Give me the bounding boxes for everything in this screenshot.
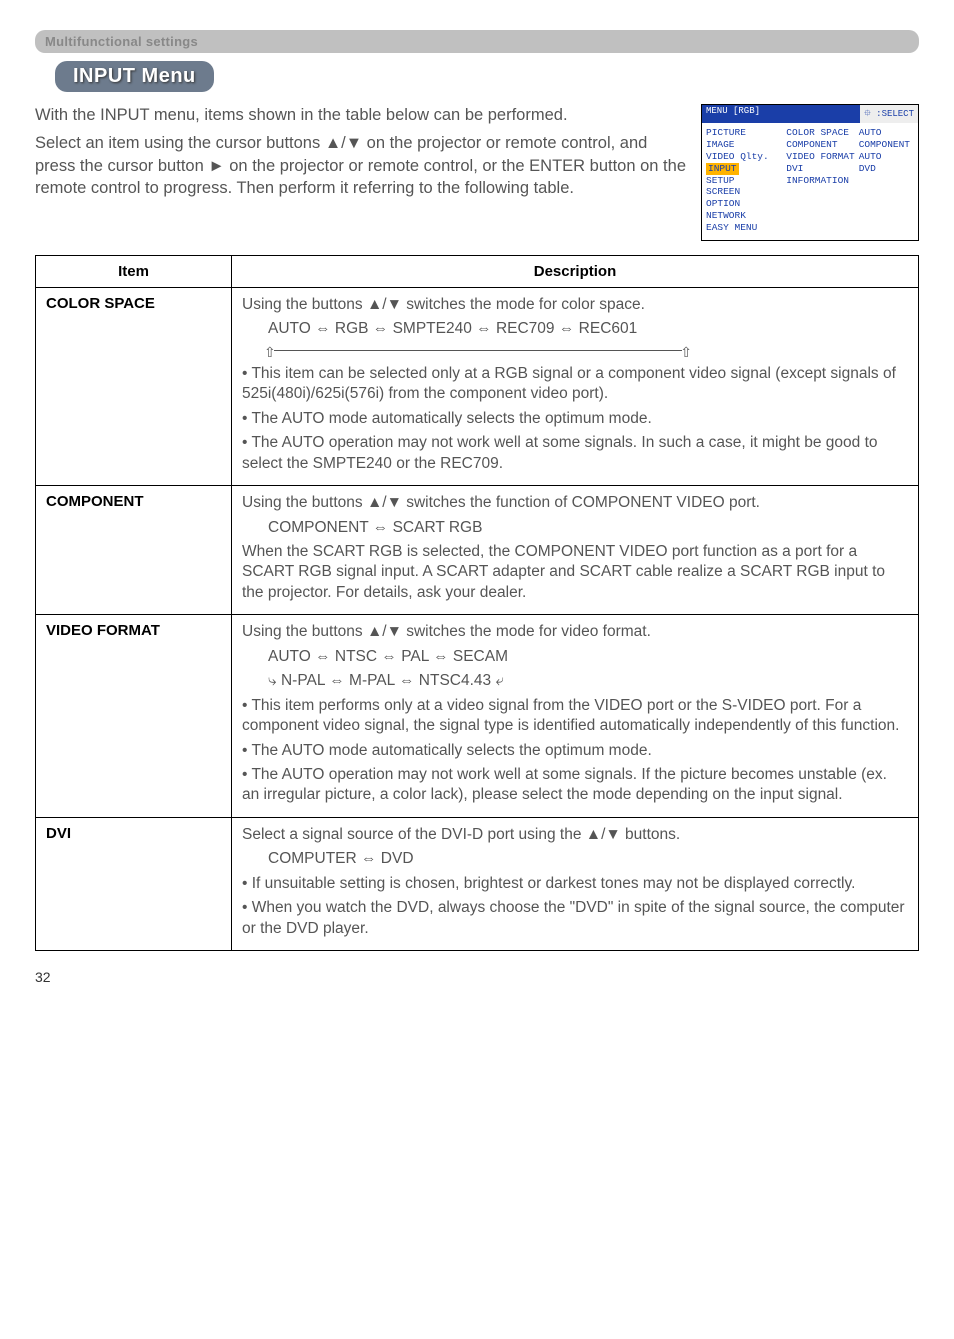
menu-title-wrap: INPUT Menu — [55, 61, 919, 92]
intro-p2: Select an item using the cursor buttons … — [35, 132, 689, 199]
osd-r: INFORMATION — [786, 175, 858, 187]
osd-left-item: IMAGE — [706, 139, 786, 151]
desc-options: ⤷ N-PAL ⇔ M-PAL ⇔ NTSC4.43 ⤶ — [242, 671, 908, 691]
wrap-arrow: ⇧⇧ — [268, 344, 688, 358]
table-row: COMPONENT Using the buttons ▲/▼ switches… — [36, 486, 919, 615]
page-number: 32 — [35, 969, 919, 985]
osd-left-item: PICTURE — [706, 127, 786, 139]
osd-screenshot: MENU [RGB] ⯐ :SELECT PICTURE IMAGE VIDEO… — [701, 104, 919, 241]
item-label: COMPONENT — [36, 486, 232, 615]
table-row: COLOR SPACE Using the buttons ▲/▼ switch… — [36, 287, 919, 485]
desc-options: AUTO ⇔ RGB ⇔ SMPTE240 ⇔ REC709 ⇔ REC601 — [242, 319, 908, 339]
osd-r: COMPONENT — [786, 139, 858, 151]
osd-r: COLOR SPACE — [786, 127, 858, 139]
osd-r — [859, 175, 914, 187]
osd-left-item: SETUP — [706, 175, 786, 187]
head-item: Item — [36, 255, 232, 287]
menu-title: INPUT Menu — [55, 61, 214, 92]
osd-left-item: NETWORK — [706, 210, 786, 222]
desc-options: COMPUTER ⇔ DVD — [242, 849, 908, 869]
osd-left-item: OPTION — [706, 198, 786, 210]
desc-line: When the SCART RGB is selected, the COMP… — [242, 542, 908, 603]
desc-line: • The AUTO operation may not work well a… — [242, 765, 908, 806]
osd-top: MENU [RGB] ⯐ :SELECT — [702, 105, 918, 123]
osd-left-item: SCREEN — [706, 186, 786, 198]
osd-right: COLOR SPACEAUTO COMPONENTCOMPONENT VIDEO… — [786, 127, 914, 234]
settings-table: Item Description COLOR SPACE Using the b… — [35, 255, 919, 951]
osd-left-item: EASY MENU — [706, 222, 786, 234]
intro-text: With the INPUT menu, items shown in the … — [35, 104, 689, 205]
item-desc: Select a signal source of the DVI-D port… — [232, 817, 919, 950]
osd-r: AUTO — [859, 151, 914, 163]
desc-line: Using the buttons ▲/▼ switches the funct… — [242, 493, 908, 513]
osd-left-item: VIDEO Qlty. — [706, 151, 786, 163]
head-desc: Description — [232, 255, 919, 287]
intro-row: With the INPUT menu, items shown in the … — [35, 104, 919, 241]
osd-body: PICTURE IMAGE VIDEO Qlty. INPUT SETUP SC… — [702, 123, 918, 240]
osd-top-left: MENU [RGB] — [702, 105, 859, 123]
desc-line: • If unsuitable setting is chosen, brigh… — [242, 874, 908, 894]
osd-r: COMPONENT — [859, 139, 914, 151]
item-desc: Using the buttons ▲/▼ switches the mode … — [232, 287, 919, 485]
arrow-right-icon: ⇧ — [680, 343, 692, 361]
desc-options: AUTO ⇔ NTSC ⇔ PAL ⇔ SECAM — [242, 647, 908, 667]
osd-highlight: INPUT — [706, 163, 739, 175]
item-label: VIDEO FORMAT — [36, 615, 232, 818]
table-row: VIDEO FORMAT Using the buttons ▲/▼ switc… — [36, 615, 919, 818]
desc-line: • This item can be selected only at a RG… — [242, 364, 908, 405]
section-header: Multifunctional settings — [35, 30, 919, 53]
desc-line: Select a signal source of the DVI-D port… — [242, 825, 908, 845]
arrow-left-icon: ⇧ — [264, 343, 276, 361]
osd-r: VIDEO FORMAT — [786, 151, 858, 163]
osd-r: DVI — [786, 163, 858, 175]
desc-line: • The AUTO mode automatically selects th… — [242, 741, 908, 761]
intro-p1: With the INPUT menu, items shown in the … — [35, 104, 689, 126]
table-row: DVI Select a signal source of the DVI-D … — [36, 817, 919, 950]
desc-line: Using the buttons ▲/▼ switches the mode … — [242, 622, 908, 642]
item-desc: Using the buttons ▲/▼ switches the funct… — [232, 486, 919, 615]
osd-r: AUTO — [859, 127, 914, 139]
desc-line: Using the buttons ▲/▼ switches the mode … — [242, 295, 908, 315]
osd-r: DVD — [859, 163, 914, 175]
osd-top-right: ⯐ :SELECT — [859, 105, 918, 123]
desc-line: • The AUTO mode automatically selects th… — [242, 409, 908, 429]
desc-line: • The AUTO operation may not work well a… — [242, 433, 908, 474]
osd-left-item: INPUT — [706, 163, 786, 175]
item-desc: Using the buttons ▲/▼ switches the mode … — [232, 615, 919, 818]
item-label: COLOR SPACE — [36, 287, 232, 485]
osd-left: PICTURE IMAGE VIDEO Qlty. INPUT SETUP SC… — [706, 127, 786, 234]
desc-line: • When you watch the DVD, always choose … — [242, 898, 908, 939]
desc-line: • This item performs only at a video sig… — [242, 696, 908, 737]
desc-options: COMPONENT ⇔ SCART RGB — [242, 518, 908, 538]
item-label: DVI — [36, 817, 232, 950]
